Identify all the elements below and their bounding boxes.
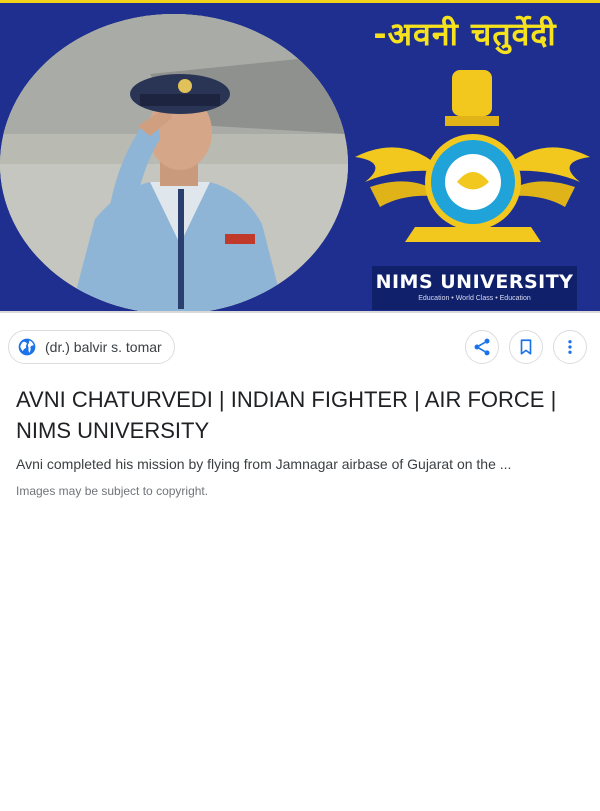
more-vert-icon	[568, 340, 572, 354]
nims-university-banner: NIMS UNIVERSITY Education • World Class …	[372, 266, 577, 310]
bookmark-icon	[520, 339, 532, 355]
image-bottom-border	[0, 311, 600, 313]
officer-photo	[0, 14, 348, 313]
result-title[interactable]: AVNI CHATURVEDI | INDIAN FIGHTER | AIR F…	[16, 384, 586, 446]
top-accent-line	[0, 0, 600, 3]
copyright-notice: Images may be subject to copyright.	[16, 484, 209, 498]
hindi-name-heading: -अवनी चतुर्वेदी	[373, 15, 557, 53]
save-button[interactable]	[509, 330, 543, 364]
university-name: NIMS UNIVERSITY	[375, 271, 574, 293]
source-chip[interactable]: (dr.) balvir s. tomar	[8, 330, 175, 364]
globe-icon	[17, 337, 37, 357]
source-label: (dr.) balvir s. tomar	[45, 339, 162, 355]
officer-photo-illustration	[0, 14, 348, 313]
air-force-emblem	[355, 70, 590, 242]
university-tagline: Education • World Class • Education	[418, 295, 531, 302]
share-button[interactable]	[465, 330, 499, 364]
image-preview[interactable]: -अवनी चतुर्वेदी NIMS UNIVERSITY Educatio…	[0, 0, 600, 313]
result-snippet: Avni completed his mission by flying fro…	[16, 456, 512, 472]
more-options-button[interactable]	[553, 330, 587, 364]
share-icon	[474, 338, 490, 356]
result-meta-row: (dr.) balvir s. tomar	[0, 330, 600, 366]
